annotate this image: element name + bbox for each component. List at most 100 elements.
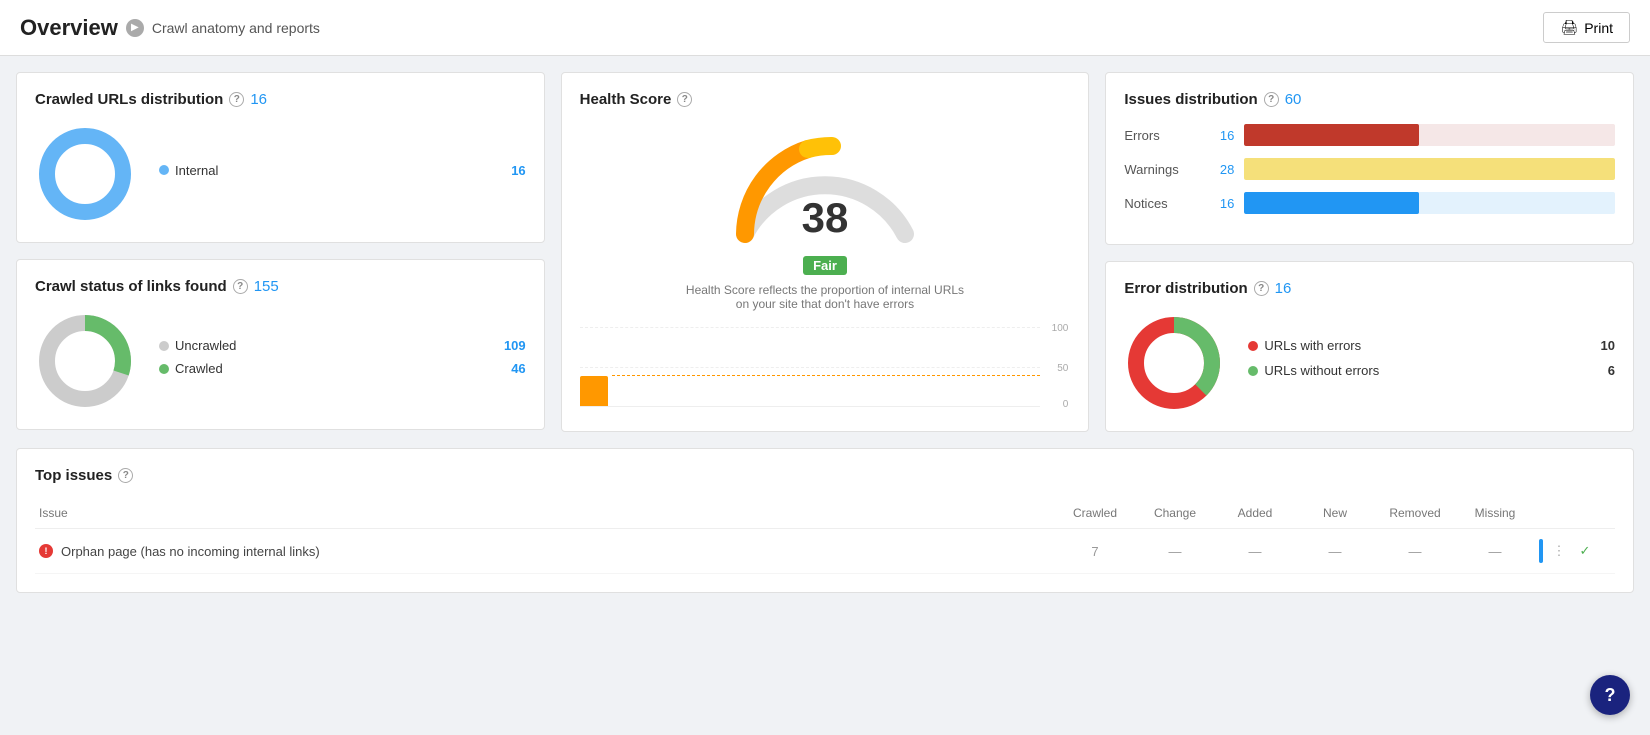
urls-no-errors-label: URLs without errors: [1264, 363, 1379, 378]
internal-value: 16: [511, 163, 525, 178]
legend-item-crawled: Crawled 46: [159, 361, 526, 376]
health-score-help-icon[interactable]: ?: [677, 92, 692, 107]
warnings-bar-fill: [1244, 158, 1615, 180]
issue-missing: —: [1455, 529, 1535, 574]
legend-item-internal: Internal 16: [159, 163, 526, 178]
crawled-urls-title: Crawled URLs distribution ? 16: [35, 91, 526, 108]
errors-bar-fill: [1244, 124, 1418, 146]
crawled-urls-card: Crawled URLs distribution ? 16 Internal: [16, 72, 545, 243]
error-distribution-legend: URLs with errors 10 URLs without errors …: [1248, 338, 1615, 388]
col-issue: Issue: [35, 498, 1055, 529]
y-label-0: 0: [1063, 399, 1069, 410]
issues-table: Issue Crawled Change Added New Removed M…: [35, 498, 1615, 574]
crawled-urls-donut-container: Internal 16: [35, 124, 526, 224]
error-distribution-count: 16: [1275, 280, 1292, 297]
crawl-status-card: Crawl status of links found ? 155: [16, 259, 545, 430]
error-indicator: !: [39, 544, 53, 558]
uncrawled-value: 109: [504, 338, 526, 353]
error-distribution-donut: [1124, 313, 1224, 413]
issue-crawled: 7: [1055, 529, 1135, 574]
play-icon: ▶: [126, 19, 144, 37]
printer-icon: 🖨: [1560, 19, 1578, 36]
urls-errors-label: URLs with errors: [1264, 338, 1361, 353]
warnings-count: 28: [1204, 162, 1234, 177]
col-added: Added: [1215, 498, 1295, 529]
issue-new: —: [1295, 529, 1375, 574]
y-label-100: 100: [1052, 323, 1069, 334]
col-removed: Removed: [1375, 498, 1455, 529]
main-content: Crawled URLs distribution ? 16 Internal: [0, 56, 1650, 609]
left-column: Crawled URLs distribution ? 16 Internal: [16, 72, 545, 432]
crawled-urls-count: 16: [250, 91, 267, 108]
legend-urls-with-errors: URLs with errors 10: [1248, 338, 1615, 353]
table-row: ! Orphan page (has no incoming internal …: [35, 529, 1615, 574]
issues-distribution-help-icon[interactable]: ?: [1264, 92, 1279, 107]
col-change: Change: [1135, 498, 1215, 529]
help-fab[interactable]: ?: [1590, 675, 1630, 715]
crawled-urls-donut: [35, 124, 135, 224]
urls-errors-dot: [1248, 341, 1258, 351]
top-issues-section: Top issues ? Issue Crawled Change Added …: [16, 448, 1634, 593]
notices-bar-track: [1244, 192, 1615, 214]
crawled-dot: [159, 364, 169, 374]
crawl-status-title: Crawl status of links found ? 155: [35, 278, 526, 295]
crawl-status-help-icon[interactable]: ?: [233, 279, 248, 294]
print-button[interactable]: 🖨 Print: [1543, 12, 1630, 43]
check-icon[interactable]: ✓: [1575, 541, 1595, 561]
errors-bar-track: [1244, 124, 1615, 146]
more-options-icon[interactable]: ⋮: [1549, 541, 1569, 561]
health-score-title: Health Score ?: [580, 91, 693, 108]
crawl-status-donut: [35, 311, 135, 411]
errors-label: Errors: [1124, 128, 1194, 143]
issue-actions-cell: ⋮ ✓: [1535, 529, 1615, 574]
gauge-number: 38: [802, 194, 849, 242]
error-distribution-donut-container: URLs with errors 10 URLs without errors …: [1124, 313, 1615, 413]
warnings-bar-track: [1244, 158, 1615, 180]
internal-label: Internal: [175, 163, 218, 178]
crawl-status-count: 155: [254, 278, 279, 295]
legend-item-uncrawled: Uncrawled 109: [159, 338, 526, 353]
crawl-status-donut-container: Uncrawled 109 Crawled 46: [35, 311, 526, 411]
crawled-urls-legend: Internal 16: [159, 163, 526, 186]
gauge-container: 38: [725, 124, 925, 244]
crawled-label: Crawled: [175, 361, 223, 376]
top-issues-help-icon[interactable]: ?: [118, 468, 133, 483]
issue-name-cell: ! Orphan page (has no incoming internal …: [35, 529, 1055, 574]
chart-trend-line: [612, 375, 1041, 376]
notices-label: Notices: [1124, 196, 1194, 211]
issues-distribution-title: Issues distribution ? 60: [1124, 91, 1615, 108]
col-actions: [1535, 498, 1615, 529]
error-distribution-help-icon[interactable]: ?: [1254, 281, 1269, 296]
warnings-label: Warnings: [1124, 162, 1194, 177]
table-header-row: Issue Crawled Change Added New Removed M…: [35, 498, 1615, 529]
page-header: Overview ▶ Crawl anatomy and reports 🖨 P…: [0, 0, 1650, 56]
crawled-urls-help-icon[interactable]: ?: [229, 92, 244, 107]
issues-distribution-count: 60: [1285, 91, 1302, 108]
issues-distribution-card: Issues distribution ? 60 Errors 16 Warni…: [1105, 72, 1634, 245]
issue-removed: —: [1375, 529, 1455, 574]
col-crawled: Crawled: [1055, 498, 1135, 529]
internal-dot: [159, 165, 169, 175]
col-missing: Missing: [1455, 498, 1535, 529]
mini-chart: 100 50 0: [580, 327, 1071, 407]
issue-added: —: [1215, 529, 1295, 574]
issue-change: —: [1135, 529, 1215, 574]
print-label: Print: [1584, 20, 1613, 36]
top-row: Crawled URLs distribution ? 16 Internal: [16, 72, 1634, 432]
crawl-status-legend: Uncrawled 109 Crawled 46: [159, 338, 526, 384]
legend-urls-without-errors: URLs without errors 6: [1248, 363, 1615, 378]
issues-bar-errors: Errors 16: [1124, 124, 1615, 146]
right-column: Issues distribution ? 60 Errors 16 Warni…: [1105, 72, 1634, 432]
error-distribution-title: Error distribution ? 16: [1124, 280, 1615, 297]
mini-chart-area: 100 50 0: [580, 327, 1041, 407]
fair-badge: Fair: [803, 256, 847, 275]
uncrawled-dot: [159, 341, 169, 351]
uncrawled-label: Uncrawled: [175, 338, 236, 353]
issues-bar-warnings: Warnings 28: [1124, 158, 1615, 180]
bar-indicator: [1539, 539, 1543, 563]
page-title: Overview: [20, 15, 118, 41]
breadcrumb: Crawl anatomy and reports: [152, 20, 320, 36]
col-new: New: [1295, 498, 1375, 529]
issue-name: Orphan page (has no incoming internal li…: [61, 544, 320, 559]
urls-errors-value: 10: [1601, 338, 1615, 353]
